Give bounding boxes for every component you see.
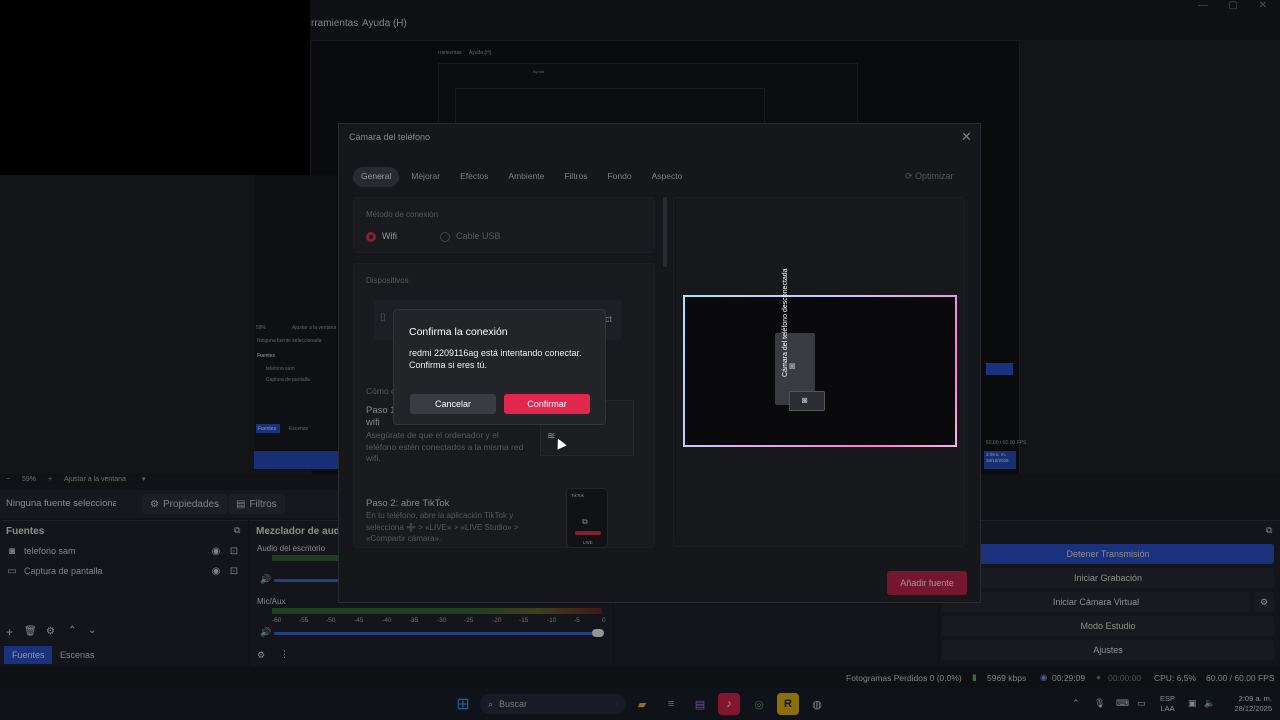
wifi-radio[interactable]: Wifi [366,231,397,242]
wifi-label: Wifi [382,231,397,241]
optimize-button[interactable]: ⟳ Optimizar [905,171,954,182]
tab-background[interactable]: Fondo [599,167,639,187]
step2-phone-illustration: TikTok ⧉ LIVE [566,488,608,548]
modal-message: redmi 2209116ag está intentando conectar… [409,348,582,370]
camera-placeholder: ◙ [789,391,825,411]
scrollbar[interactable] [663,197,667,267]
radio-icon [440,231,450,242]
tab-ambient[interactable]: Ambiente [500,167,552,187]
usb-radio[interactable]: Cable USB [440,231,501,242]
phone-brand: TikTok [571,493,584,498]
step1-desc: Asegúrate de que el ordenador y el teléf… [366,430,524,463]
tab-aspect[interactable]: Aspecto [644,167,691,187]
preview-status: Cámara del teléfono desconectada [782,268,789,377]
step2-desc: En tu teléfono, abre la aplicación TikTo… [366,511,519,543]
tab-enhance[interactable]: Mejorar [403,167,448,187]
tab-filters[interactable]: Filtros [556,167,595,187]
optimize-icon: ⟳ [905,171,916,181]
phone-live: LIVE [583,540,593,545]
device-icon: ▯ [380,312,386,323]
tab-effects[interactable]: Efectos [452,167,496,187]
how-label: Cómo c [366,386,396,396]
close-icon[interactable]: ✕ [961,129,972,145]
modal-title: Confirma la conexión [409,326,508,338]
usb-label: Cable USB [456,231,501,241]
radio-icon [366,231,376,242]
add-source-button[interactable]: Añadir fuente [887,571,967,595]
step1-subtitle: wifi [366,417,380,428]
step2-title: Paso 2: abre TikTok [366,498,450,509]
share-icon: ⧉ [582,517,588,526]
connection-label: Método de conexión [366,210,439,219]
tab-general[interactable]: General [353,167,400,187]
step1-title: Paso 1 [366,405,396,416]
connection-panel: Método de conexión Wifi Cable USB [353,197,655,253]
live-bar [575,531,601,535]
cancel-button[interactable]: Cancelar [410,394,496,414]
optimize-label: Optimizar [915,171,954,181]
devices-label: Dispositivos [366,276,409,285]
confirm-connection-modal: Confirma la conexión redmi 2209116ag est… [393,309,606,425]
dialog-title: Cámara del teléfono [349,132,431,142]
dialog-tabs: General Mejorar Efectos Ambiente Filtros… [353,167,690,187]
camera-icon: ◙ [802,395,808,405]
camera-preview: ◙ ◙ Cámara del teléfono desconectada [683,268,957,447]
confirm-button[interactable]: Confirmar [504,394,590,414]
